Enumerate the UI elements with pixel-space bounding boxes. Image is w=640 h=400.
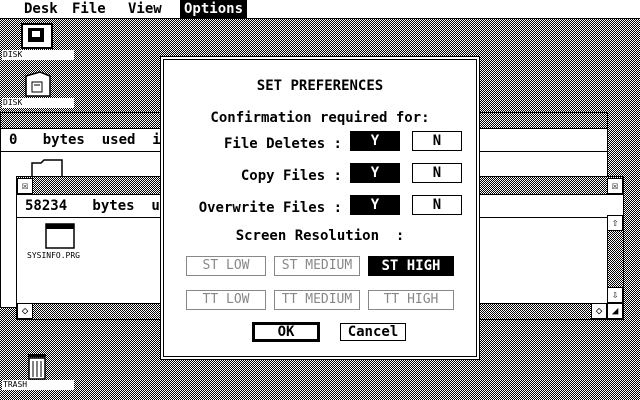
file-name: SYSINFO.PRG [27, 251, 80, 260]
dialog-title: SET PREFERENCES [256, 78, 384, 94]
close-icon[interactable]: ☒ [17, 178, 33, 194]
ok-button[interactable]: OK [252, 322, 320, 342]
scroll-down-icon[interactable]: ⇩ [607, 287, 623, 303]
menu-desk[interactable]: Desk [20, 0, 62, 18]
file-deletes-no-button[interactable]: N [412, 131, 462, 151]
trash-label: TRASH [2, 380, 74, 390]
resize-icon[interactable]: ◢ [607, 303, 623, 319]
overwrite-files-label: Overwrite Files : [198, 200, 342, 216]
disk-label: DISK [2, 98, 74, 108]
program-file-icon [45, 223, 75, 249]
file-deletes-yes-button[interactable]: Y [350, 131, 400, 151]
fuller-icon[interactable]: ☒ [607, 178, 623, 194]
st-high-button[interactable]: ST HIGH [368, 256, 454, 276]
copy-files-label: Copy Files : [240, 168, 342, 184]
confirmation-header: Confirmation required for: [210, 110, 430, 126]
window-info-line: 58234 bytes us [25, 198, 169, 214]
scroll-left-icon[interactable]: ◇ [17, 303, 33, 319]
tt-low-button[interactable]: TT LOW [186, 290, 266, 310]
file-item[interactable]: SYSINFO.PRG [27, 223, 91, 263]
copy-files-no-button[interactable]: N [412, 163, 462, 183]
menu-bar: Desk File View Options [0, 0, 640, 19]
menu-options[interactable]: Options [180, 0, 248, 18]
st-low-button[interactable]: ST LOW [186, 256, 266, 276]
copy-files-yes-button[interactable]: Y [350, 163, 400, 183]
screen-resolution-header: Screen Resolution : [235, 228, 405, 244]
overwrite-files-no-button[interactable]: N [412, 195, 462, 215]
set-preferences-dialog: SET PREFERENCES Confirmation required fo… [161, 57, 479, 359]
disk-label: DISK [2, 50, 74, 60]
window-info-line: 0 bytes used in [9, 132, 170, 148]
scroll-up-icon[interactable]: ⇧ [607, 215, 623, 231]
disk-icon[interactable]: DISK [2, 20, 74, 60]
tt-high-button[interactable]: TT HIGH [368, 290, 454, 310]
scroll-right-icon[interactable]: ◇ [591, 303, 607, 319]
st-medium-button[interactable]: ST MEDIUM [274, 256, 360, 276]
trash-can-glyph [28, 354, 46, 380]
menu-view[interactable]: View [124, 0, 166, 18]
overwrite-files-yes-button[interactable]: Y [350, 195, 400, 215]
tt-medium-button[interactable]: TT MEDIUM [274, 290, 360, 310]
disk-icon[interactable]: DISK [2, 70, 74, 108]
menu-file[interactable]: File [68, 0, 110, 18]
drive-glyph [21, 23, 53, 49]
cancel-button[interactable]: Cancel [340, 323, 406, 341]
drive-glyph [25, 71, 51, 97]
trash-icon[interactable]: TRASH [2, 352, 74, 390]
file-deletes-label: File Deletes : [223, 136, 342, 152]
